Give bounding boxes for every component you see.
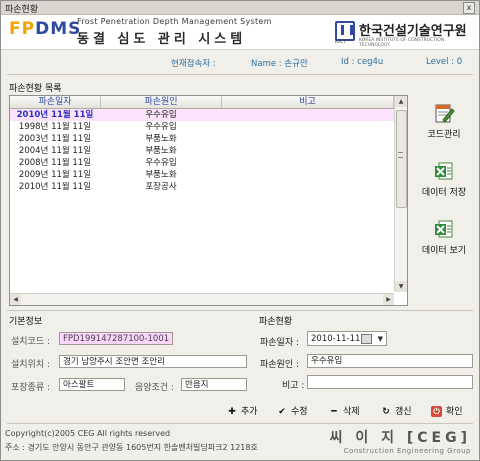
user-name: Name : 손규만 (251, 59, 308, 69)
code-manage-button[interactable]: 코드관리 (411, 102, 477, 140)
close-button[interactable]: x (463, 2, 475, 14)
org-name-ko: 한국건설기술연구원 (359, 24, 467, 39)
table-row[interactable]: 2004년 11월 11일 부품노화 (10, 145, 394, 157)
app-subtitle-ko: 동결 심도 관리 시스템 (77, 32, 247, 47)
scroll-right-icon[interactable]: ▶ (383, 294, 394, 305)
company-name-en: Construction Engineering Group (343, 447, 471, 455)
divider (7, 74, 473, 75)
divider (7, 310, 473, 311)
ceg-logo: 씨 이 지 [CEG] Construction Engineering Gro… (330, 427, 471, 455)
install-location-label: 설치위치 : (11, 360, 51, 370)
kict-mark-icon (335, 21, 355, 41)
excel-save-icon (435, 162, 453, 180)
basic-info-title: 기본정보 (9, 317, 43, 327)
app-header: FPDMS Frost Penetration Depth Management… (1, 15, 479, 50)
edit-document-icon (435, 104, 455, 123)
user-info-bar: 현재접속자 : Name : 손규만 Id : ceg4u Level : 0 (1, 57, 479, 71)
refresh-button[interactable]: ↻ 갱신 (381, 405, 411, 419)
footer: Copyright(c)2005 CEG All rights reserved… (1, 425, 479, 460)
damage-cause-label: 파손원인 : (260, 360, 300, 370)
col-header-date[interactable]: 파손일자 (10, 96, 101, 108)
user-id: Id : ceg4u (341, 57, 384, 67)
calendar-icon[interactable] (361, 334, 372, 344)
install-code-field[interactable]: FPD199147287100-1001 (59, 332, 173, 345)
data-view-label: 데이터 보기 (421, 246, 467, 256)
scroll-thumb[interactable] (396, 110, 407, 208)
table-row[interactable]: 2008년 11월 11일 우수유입 (10, 157, 394, 169)
damage-status-title: 파손현황 (259, 317, 293, 327)
edit-button[interactable]: ✔ 수정 (277, 405, 307, 419)
fpdms-logo: FPDMS (9, 19, 82, 39)
grid-body: 2010년 11월 11일 우수유입 1998년 11월 11일 우수유입 20… (10, 109, 394, 193)
note-label: 비고 : (282, 381, 305, 391)
damage-date-value: 2010-11-11 (311, 334, 361, 344)
install-location-field[interactable]: 경기 남양주시 조안면 조안리 (59, 355, 247, 368)
title-bar: 파손현황 x (1, 1, 479, 15)
refresh-icon: ↻ (382, 407, 390, 417)
grid-header: 파손일자 파손원인 비고 (10, 96, 394, 109)
install-code-label: 설치코드 : (11, 337, 51, 347)
note-field[interactable] (307, 375, 473, 389)
scroll-grip-icon (398, 152, 403, 158)
damage-cause-field[interactable]: 우수유입 (307, 354, 473, 368)
data-save-button[interactable]: 데이터 저장 (411, 160, 477, 198)
power-icon: ⏻ (431, 406, 442, 417)
damage-date-label: 파손일자 : (260, 338, 300, 348)
window-title: 파손현황 (5, 5, 39, 15)
table-row[interactable]: 2003년 11월 11일 부품노화 (10, 133, 394, 145)
delete-button[interactable]: ━ 삭제 (329, 405, 359, 419)
pavement-label: 포장종류 : (11, 383, 51, 393)
table-row[interactable]: 2009년 11월 11일 부품노화 (10, 169, 394, 181)
scroll-down-icon[interactable]: ▼ (395, 281, 407, 292)
vertical-scrollbar[interactable]: ▲ ▼ (394, 96, 407, 292)
app-window: 파손현황 x FPDMS Frost Penetration Depth Man… (0, 0, 480, 461)
excel-view-icon (435, 220, 453, 238)
minus-icon: ━ (331, 407, 337, 417)
plus-icon: ✚ (228, 407, 236, 417)
add-button[interactable]: ✚ 추가 (227, 405, 257, 419)
kict-logo: KICT 한국건설기술연구원 KOREA INSTITUTE OF CONSTR… (335, 17, 475, 48)
org-name-en: KOREA INSTITUTE OF CONSTRUCTION TECHNOLO… (359, 38, 445, 48)
user-level: Level : 0 (426, 57, 463, 67)
sun-condition-field[interactable]: 반음지 (181, 378, 247, 391)
action-bar: ✚ 추가 ✔ 수정 ━ 삭제 ↻ 갱신 ⏻ 확인 (1, 405, 479, 419)
damage-list-title: 파손현황 목록 (9, 84, 62, 94)
copyright-text: Copyright(c)2005 CEG All rights reserved (5, 429, 171, 438)
col-header-cause[interactable]: 파손원인 (101, 96, 222, 108)
damage-date-picker[interactable]: 2010-11-11 ▼ (307, 331, 387, 346)
col-header-note[interactable]: 비고 (222, 96, 394, 108)
data-save-label: 데이터 저장 (421, 188, 467, 198)
chevron-down-icon[interactable]: ▼ (378, 332, 383, 347)
data-view-button[interactable]: 데이터 보기 (411, 218, 477, 256)
check-icon: ✔ (278, 407, 286, 417)
table-row[interactable]: 1998년 11월 11일 우수유입 (10, 121, 394, 133)
company-name-ko: 씨 이 지 [CEG] (329, 430, 471, 446)
address-text: 주소 : 경기도 안양시 동안구 관양동 1605번지 한솔벤처빌딩파크2 12… (5, 443, 258, 452)
damage-list-grid[interactable]: 파손일자 파손원인 비고 2010년 11월 11일 우수유입 1998년 11… (9, 95, 408, 306)
horizontal-scrollbar[interactable]: ◀ ▶ (10, 293, 394, 305)
divider (7, 423, 473, 424)
scroll-up-icon[interactable]: ▲ (395, 96, 407, 107)
table-row[interactable]: 2010년 11월 11일 포장공사 (10, 181, 394, 193)
scroll-left-icon[interactable]: ◀ (10, 294, 21, 305)
current-user-label: 현재접속자 : (171, 59, 216, 69)
pavement-field[interactable]: 아스팔트 (59, 378, 125, 391)
confirm-button[interactable]: ⏻ 확인 (431, 405, 463, 419)
app-subtitle-en: Frost Penetration Depth Management Syste… (77, 17, 272, 26)
table-row[interactable]: 2010년 11월 11일 우수유입 (10, 109, 394, 121)
code-manage-label: 코드관리 (427, 130, 461, 140)
kict-code: KICT (335, 39, 347, 45)
sun-condition-label: 음양조건 : (135, 383, 175, 393)
